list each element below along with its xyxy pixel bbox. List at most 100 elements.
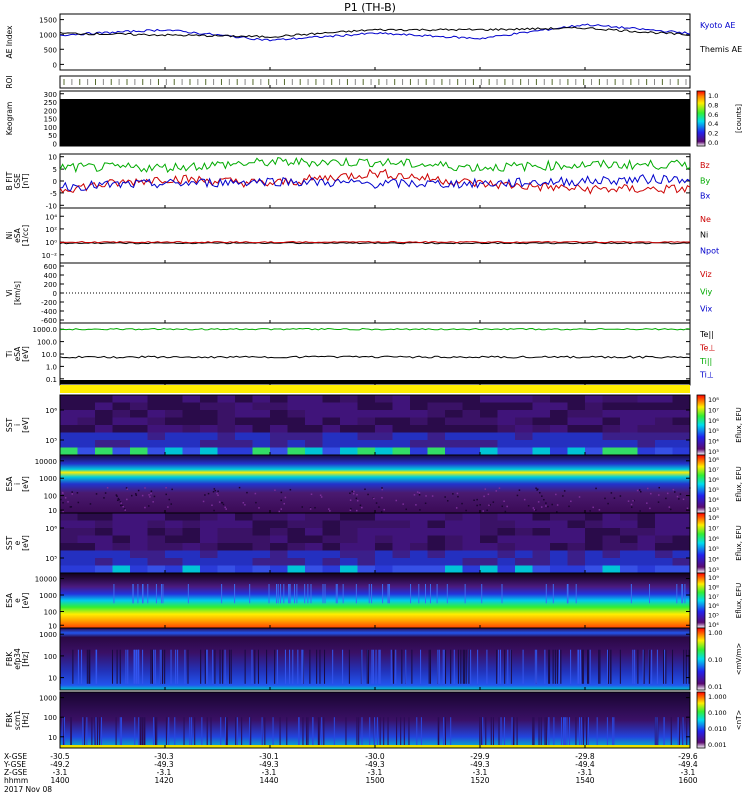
spectrogram-cell — [322, 447, 341, 456]
spectrogram-cell — [515, 432, 533, 441]
noise-speckle — [380, 510, 383, 513]
spectrogram-cell — [550, 558, 568, 566]
spectrogram-cell — [287, 528, 306, 536]
spectrogram-cell — [147, 410, 166, 418]
noise-speckle — [431, 495, 434, 497]
noise-speckle — [636, 489, 639, 492]
y-axis-label: [eV] — [21, 346, 30, 362]
spectrogram-cell — [357, 395, 376, 403]
noise-speckle — [646, 502, 648, 504]
noise-speckle — [556, 511, 558, 513]
noise-speckle — [89, 503, 92, 505]
spectrogram-cell — [200, 410, 218, 418]
spectrogram-cell — [427, 520, 446, 529]
spectrogram-cell — [322, 432, 341, 441]
spectrogram-cell — [200, 395, 218, 403]
legend-bfield: Bz By Bx — [700, 161, 710, 201]
noise-speckle — [674, 491, 676, 493]
spectrogram-cell — [357, 535, 376, 544]
spectrogram-cell — [217, 513, 236, 521]
noise-speckle — [630, 503, 633, 506]
spectrogram-cell — [77, 550, 96, 559]
y-axis-label: Keogram — [5, 102, 14, 136]
spectrogram-cell — [270, 440, 288, 448]
noise-speckle — [168, 498, 171, 501]
noise-speckle — [221, 501, 224, 504]
spectrogram-cell — [672, 535, 691, 544]
spectrogram-cell — [585, 528, 603, 536]
spectrogram-cell — [252, 543, 271, 551]
spectrogram-cell — [95, 535, 113, 544]
spectrogram-cell — [112, 513, 131, 521]
noise-speckle — [352, 493, 355, 495]
spectrogram-cell — [340, 535, 358, 544]
noise-speckle — [516, 494, 519, 497]
spectrogram-cell — [567, 535, 586, 544]
spectrogram-cell — [130, 395, 148, 403]
spectrogram-cell — [515, 447, 533, 456]
spectrogram-cell — [322, 513, 341, 521]
colorbar-tick-label: 0.01 — [708, 683, 722, 691]
spectrogram-cell — [130, 543, 148, 551]
spectrogram-cell — [95, 432, 113, 441]
spectrogram-cell — [147, 432, 166, 441]
spectrogram-cell — [77, 447, 96, 456]
spectrogram-cell — [60, 528, 78, 536]
noise-speckle — [495, 490, 498, 492]
noise-speckle — [650, 492, 652, 495]
spectrogram-cell — [497, 447, 516, 456]
noise-speckle — [504, 510, 507, 513]
spectrogram-cell — [147, 440, 166, 448]
noise-speckle — [604, 497, 606, 500]
spectrogram-cell — [147, 425, 166, 433]
spectrogram-cell — [515, 558, 533, 566]
spectrogram-cell — [392, 410, 411, 418]
spectrogram-cell — [287, 447, 306, 456]
noise-speckle — [484, 488, 487, 490]
spectrogram-cell — [217, 565, 236, 574]
y-axis-label: [Hz] — [21, 712, 30, 728]
noise-speckle — [353, 490, 355, 493]
spectrogram-cell — [270, 432, 288, 441]
noise-speckle — [416, 491, 419, 493]
series-line — [59, 355, 691, 359]
spectrogram-cell — [182, 425, 201, 433]
spectrogram-cell — [217, 425, 236, 433]
noise-speckle — [222, 503, 225, 506]
spectrogram-cell — [340, 440, 358, 448]
noise-speckle — [535, 487, 537, 490]
noise-speckle — [118, 498, 120, 501]
spectrogram-cell — [672, 550, 691, 559]
legends: Kyoto AE Themis AE Bz By Bx Ne Ni Npot Viz Viy Vix… — [699, 21, 742, 380]
spectrogram-cell — [305, 558, 323, 566]
colorbar-label: Eflux, EFU — [735, 466, 743, 501]
noise-speckle — [658, 494, 660, 496]
noise-speckle — [679, 493, 682, 495]
density-series — [59, 240, 691, 245]
spectrogram-cell — [147, 447, 166, 456]
noise-speckle — [473, 499, 475, 502]
spectrogram-cell — [322, 402, 341, 411]
spectrogram-cell — [165, 520, 183, 529]
y-tick-label: 0 — [53, 178, 57, 186]
spectrogram-cell — [287, 558, 306, 566]
spectrogram-cell — [357, 432, 376, 441]
spectrogram-cell — [375, 558, 393, 566]
spectrogram-cell — [462, 395, 481, 403]
spectrogram-cell — [235, 410, 253, 418]
spectrogram-cell — [567, 395, 586, 403]
spectrogram-cell — [147, 417, 166, 426]
spectrogram-cell — [235, 520, 253, 529]
y-tick-label: 10 — [48, 622, 57, 630]
spectrogram-cell — [340, 402, 358, 411]
noise-speckle — [153, 495, 156, 498]
spectrogram-cell — [427, 528, 446, 536]
spectrogram-cell — [672, 425, 691, 433]
spectrogram-cell — [165, 528, 183, 536]
colorbar-tick-label: 0.0 — [708, 139, 718, 147]
spectrogram-cell — [305, 528, 323, 536]
noise-speckle — [280, 491, 283, 494]
y-tick-label: 300 — [44, 91, 57, 99]
spectrogram-cell — [340, 447, 358, 456]
colorbar-tick-label: 10⁵ — [708, 486, 719, 494]
